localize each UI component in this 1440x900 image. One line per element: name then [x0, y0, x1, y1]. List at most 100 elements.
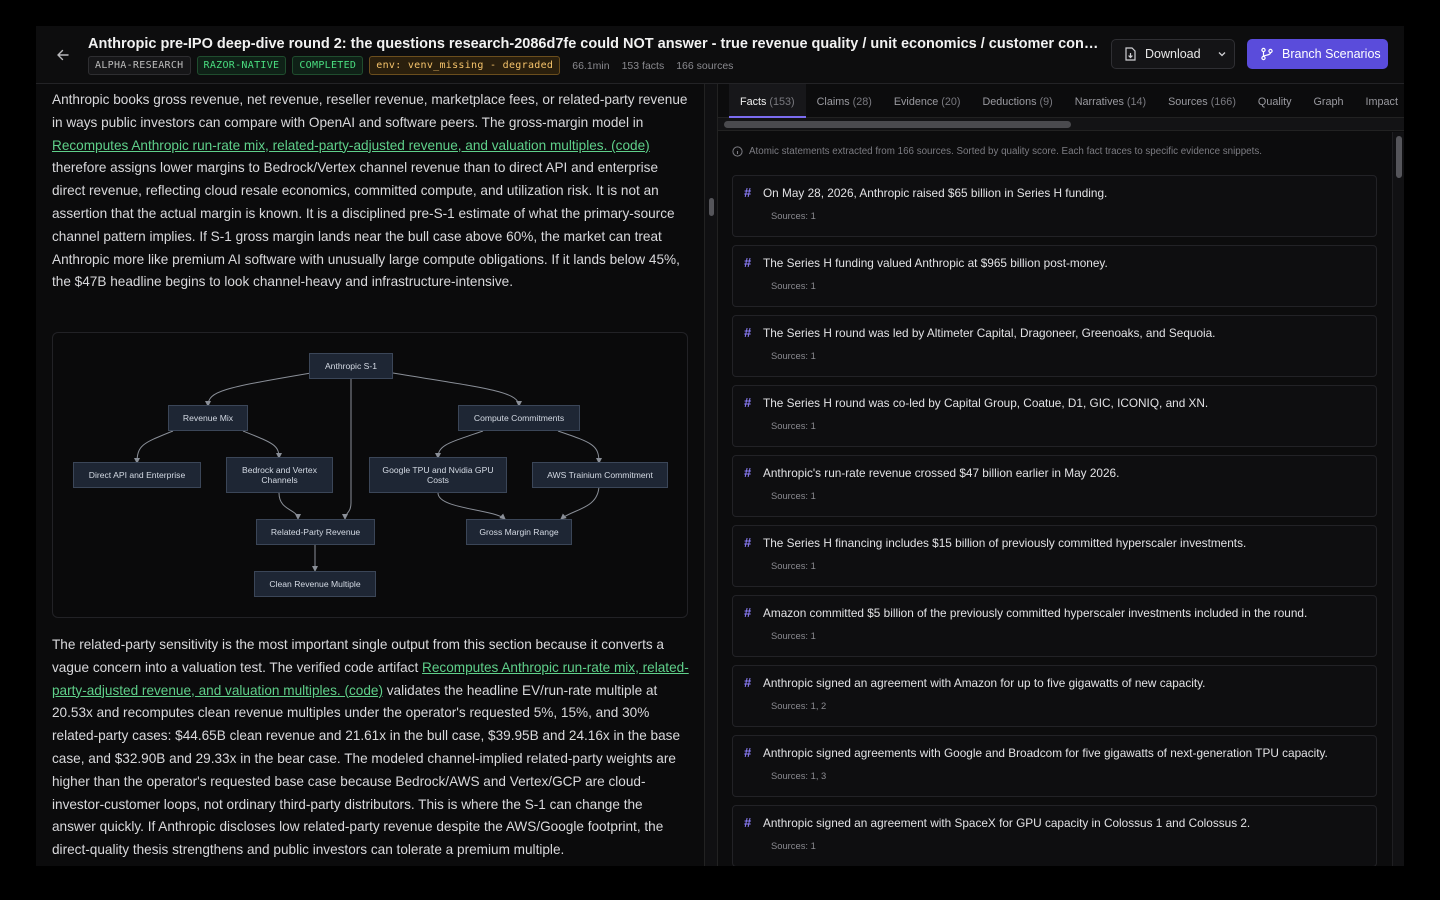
report-paragraph: The related-party sensitivity is the mos…	[52, 634, 690, 862]
flow-diagram: Anthropic S-1 Revenue Mix Compute Commit…	[52, 332, 688, 618]
node-gross-margin: Gross Margin Range	[466, 519, 572, 545]
fact-sources: Sources: 1	[771, 210, 816, 221]
pane-splitter[interactable]	[704, 84, 718, 866]
fact-card[interactable]: # Anthropic signed an agreement with Spac…	[732, 805, 1377, 866]
fact-sources: Sources: 1	[771, 280, 816, 291]
fact-card[interactable]: # The Series H round was led by Altimeter…	[732, 315, 1377, 377]
tab-quality[interactable]: Quality	[1247, 84, 1303, 118]
fact-card[interactable]: # The Series H financing includes $15 bil…	[732, 525, 1377, 587]
branch-scenarios-button[interactable]: Branch Scenarios	[1247, 39, 1388, 69]
badge-row: ALPHA-RESEARCH RAZOR-NATIVE COMPLETED en…	[88, 56, 733, 75]
tab-scrollbar[interactable]	[718, 118, 1404, 131]
paragraph-text: Anthropic books gross revenue, net reven…	[52, 92, 688, 130]
fact-card[interactable]: # The Series H funding valued Anthropic a…	[732, 245, 1377, 307]
duration-text: 66.1min	[572, 59, 610, 72]
edge-bedrock-related	[278, 492, 301, 520]
facts-info: Atomic statements extracted from 166 sou…	[732, 146, 1262, 157]
node-aws-trainium: AWS Trainium Commitment	[532, 462, 668, 488]
tab-label: Quality	[1257, 95, 1292, 108]
edge-s1-revenue	[205, 372, 312, 407]
header: Anthropic pre-IPO deep-dive round 2: the…	[36, 26, 1404, 84]
paragraph-text: therefore assigns lower margins to Bedro…	[52, 160, 680, 290]
download-button[interactable]: Download	[1111, 39, 1235, 69]
tab-sources[interactable]: Sources (166)	[1157, 84, 1247, 118]
fact-card[interactable]: # Anthropic signed agreements with Google…	[732, 735, 1377, 797]
tab-graph[interactable]: Graph	[1303, 84, 1355, 118]
edge-google-margin	[437, 492, 506, 520]
facts-scrollbar-thumb[interactable]	[1396, 136, 1402, 178]
node-related-party: Related-Party Revenue	[256, 519, 375, 545]
tab-label: Claims	[816, 95, 850, 108]
facts-count-text: 153 facts	[621, 59, 665, 72]
tab-count: (14)	[1126, 95, 1147, 108]
fact-text: The Series H round was led by Altimeter …	[763, 326, 1216, 340]
node-clean-revenue: Clean Revenue Multiple	[254, 571, 376, 597]
code-artifact-link[interactable]: Recomputes Anthropic run-rate mix, relat…	[52, 138, 650, 153]
tab-count: (28)	[852, 95, 872, 108]
chevron-down-icon	[1218, 52, 1226, 57]
node-bedrock-vertex: Bedrock and Vertex Channels	[226, 457, 333, 493]
edge-s1-related	[342, 379, 352, 520]
back-button[interactable]	[52, 44, 74, 66]
fact-card[interactable]: # The Series H round was co-led by Capita…	[732, 385, 1377, 447]
fact-text: The Series H round was co-led by Capital…	[763, 396, 1209, 410]
fact-card[interactable]: # On May 28, 2026, Anthropic raised $65 b…	[732, 175, 1377, 237]
tab-label: Deductions	[982, 95, 1037, 108]
report-paragraph: Anthropic books gross revenue, net reven…	[52, 89, 690, 294]
edge-revenue-direct	[134, 430, 174, 464]
tab-label: Impact	[1365, 95, 1398, 108]
hash-icon: #	[744, 395, 752, 410]
tab-evidence[interactable]: Evidence (20)	[883, 84, 972, 118]
mode-badge: ALPHA-RESEARCH	[88, 56, 191, 75]
app-window: Anthropic pre-IPO deep-dive round 2: the…	[36, 26, 1404, 866]
tab-label: Facts	[740, 95, 767, 108]
hash-icon: #	[744, 535, 752, 550]
node-anthropic-s1: Anthropic S-1	[309, 353, 393, 379]
fact-sources: Sources: 1	[771, 490, 816, 501]
edge-aws-margin	[560, 484, 600, 520]
fact-sources: Sources: 1	[771, 840, 816, 851]
engine-badge: RAZOR-NATIVE	[196, 56, 287, 75]
sources-count-text: 166 sources	[676, 59, 734, 72]
status-badge: COMPLETED	[292, 56, 364, 75]
node-google-tpu: Google TPU and Nvidia GPU Costs	[369, 457, 507, 493]
env-warning-badge: env: venv_missing - degraded	[369, 56, 561, 75]
splitter-handle[interactable]	[709, 198, 714, 216]
fact-text: The Series H funding valued Anthropic at…	[763, 256, 1108, 270]
info-icon	[732, 146, 743, 157]
edge-compute-aws	[557, 430, 602, 464]
tab-scrollbar-thumb[interactable]	[724, 121, 1071, 128]
tab-narratives[interactable]: Narratives (14)	[1064, 84, 1157, 118]
fact-card[interactable]: # Amazon committed $5 billion of the prev…	[732, 595, 1377, 657]
fact-sources: Sources: 1, 2	[771, 700, 827, 711]
fact-sources: Sources: 1, 3	[771, 770, 827, 781]
paragraph-text: validates the headline EV/run-rate multi…	[52, 682, 681, 858]
tab-impact[interactable]: Impact	[1355, 84, 1404, 118]
tab-label: Graph	[1313, 95, 1344, 108]
fact-sources: Sources: 1	[771, 560, 816, 571]
fact-text: Anthropic signed an agreement with Amazo…	[763, 676, 1206, 690]
tab-bar: Facts (153) Claims (28) Evidence (20) Deduc…	[718, 84, 1404, 118]
hash-icon: #	[744, 605, 752, 620]
git-branch-icon	[1261, 47, 1273, 61]
fact-card[interactable]: # Anthropic's run-rate revenue crossed $4…	[732, 455, 1377, 517]
page-title: Anthropic pre-IPO deep-dive round 2: the…	[88, 36, 1100, 52]
tab-facts[interactable]: Facts (153)	[729, 84, 806, 118]
hash-icon: #	[744, 325, 752, 340]
tab-label: Sources	[1168, 95, 1208, 108]
fact-card[interactable]: # Anthropic signed an agreement with Amaz…	[732, 665, 1377, 727]
report-pane[interactable]: Anthropic books gross revenue, net reven…	[36, 84, 704, 866]
arrow-left-icon	[57, 49, 69, 61]
fact-sources: Sources: 1	[771, 350, 816, 361]
tab-label: Narratives	[1074, 95, 1124, 108]
branch-label: Branch Scenarios	[1282, 47, 1381, 61]
hash-icon: #	[744, 465, 752, 480]
tab-count: (9)	[1039, 95, 1053, 108]
tab-claims[interactable]: Claims (28)	[806, 84, 883, 118]
facts-scrollbar[interactable]	[1392, 132, 1404, 866]
fact-text: Amazon committed $5 billion of the previ…	[763, 606, 1308, 620]
tab-deductions[interactable]: Deductions (9)	[971, 84, 1063, 118]
fact-sources: Sources: 1	[771, 420, 816, 431]
download-label: Download	[1145, 47, 1201, 61]
tab-label: Evidence	[893, 95, 939, 108]
